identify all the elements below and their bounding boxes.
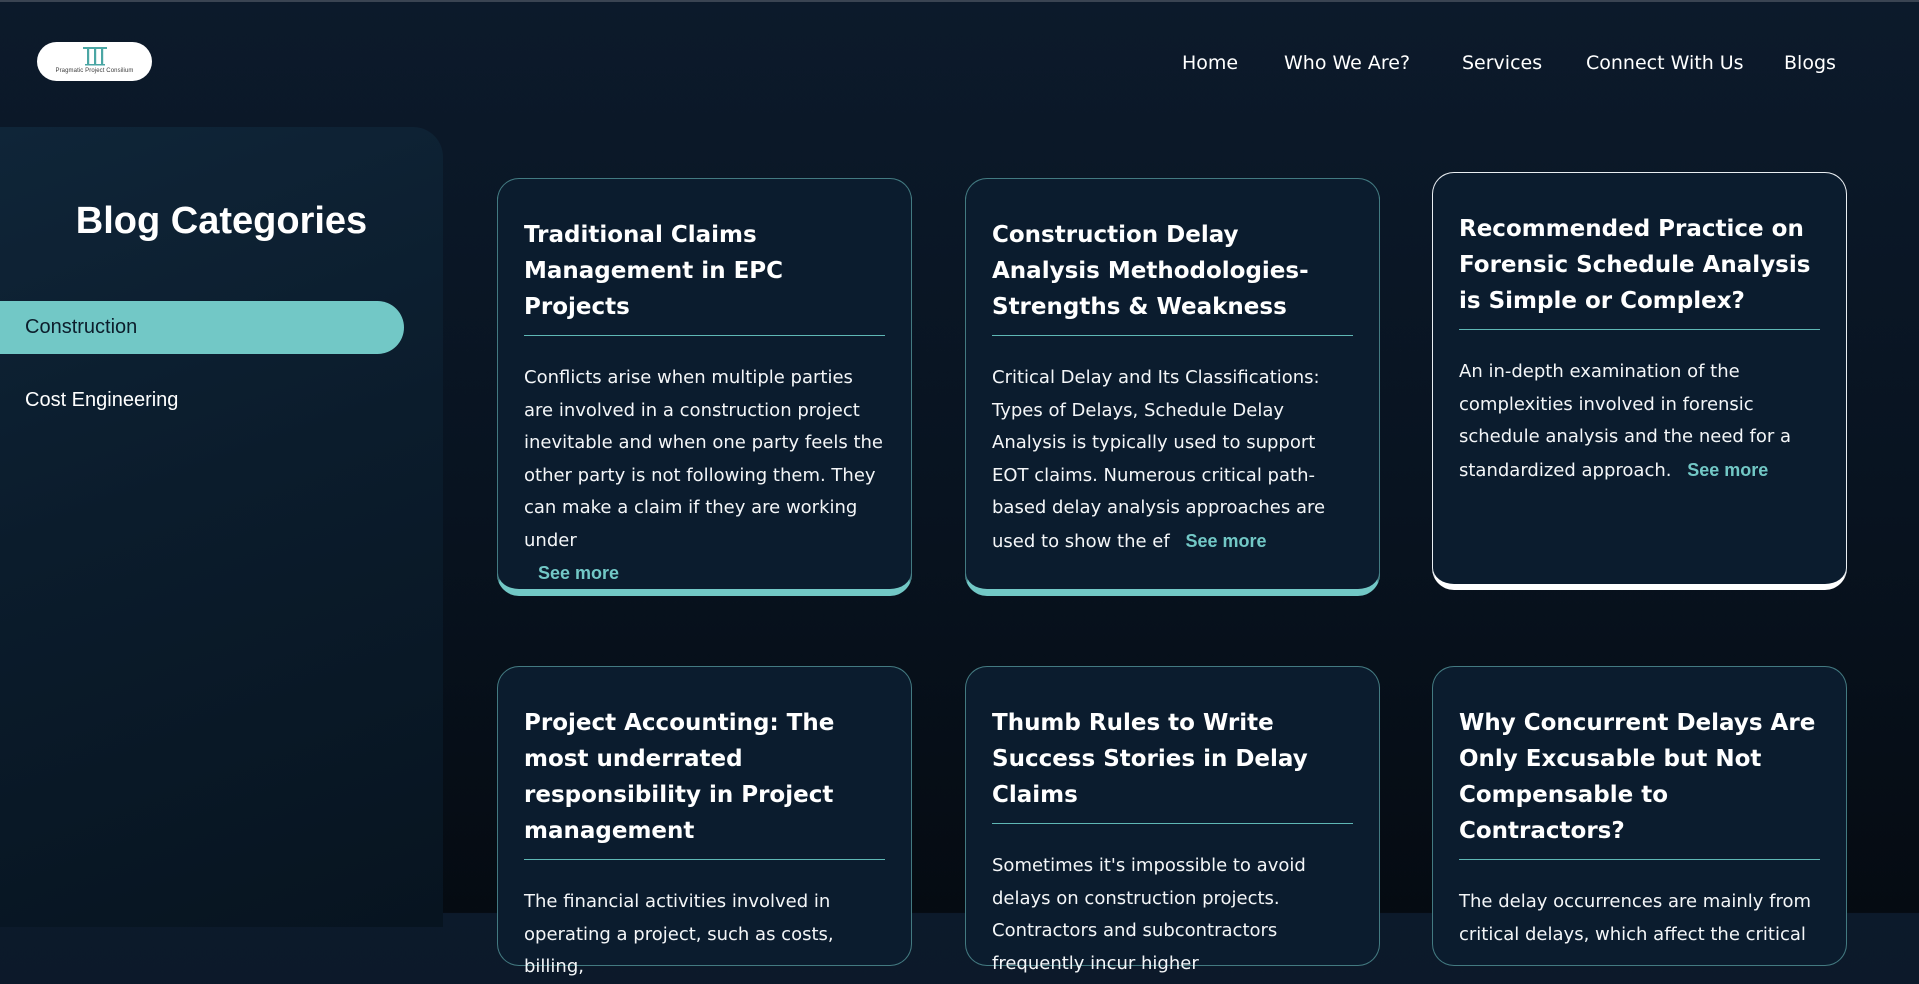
card-title[interactable]: Thumb Rules to Write Success Stories in … <box>992 705 1353 824</box>
category-cost-engineering[interactable]: Cost Engineering <box>0 374 404 427</box>
blog-categories-sidebar <box>0 127 443 927</box>
card-excerpt-text: Sometimes it's impossible to avoid delay… <box>992 855 1306 974</box>
see-more-link[interactable]: See more <box>538 563 619 583</box>
card-excerpt: The financial activities involved in ope… <box>524 886 885 984</box>
sidebar-title: Blog Categories <box>75 200 368 242</box>
card-excerpt: Sometimes it's impossible to avoid delay… <box>992 850 1353 980</box>
nav-services[interactable]: Services <box>1462 52 1542 74</box>
logo-pillars-icon <box>83 47 107 66</box>
logo[interactable]: Pragmatic Project Consilium <box>37 42 152 81</box>
card-excerpt: The delay occurrences are mainly from cr… <box>1459 886 1820 951</box>
blog-card[interactable]: Why Concurrent Delays Are Only Excusable… <box>1432 666 1847 966</box>
top-border <box>0 0 1919 2</box>
blog-card[interactable]: Thumb Rules to Write Success Stories in … <box>965 666 1380 974</box>
card-title[interactable]: Traditional Claims Management in EPC Pro… <box>524 217 885 336</box>
card-title[interactable]: Project Accounting: The most underrated … <box>524 705 885 860</box>
card-excerpt-text: The financial activities involved in ope… <box>524 891 834 977</box>
card-title[interactable]: Construction Delay Analysis Methodologie… <box>992 217 1353 336</box>
card-title[interactable]: Why Concurrent Delays Are Only Excusable… <box>1459 705 1820 860</box>
card-excerpt: Conflicts arise when multiple parties ar… <box>524 362 885 591</box>
nav-home[interactable]: Home <box>1182 52 1238 74</box>
card-excerpt-text: The delay occurrences are mainly from cr… <box>1459 891 1812 945</box>
card-excerpt-text: Conflicts arise when multiple parties ar… <box>524 367 883 551</box>
blog-card[interactable]: Construction Delay Analysis Methodologie… <box>965 178 1380 595</box>
see-more-link[interactable]: See more <box>1687 460 1768 480</box>
nav-who-we-are[interactable]: Who We Are? <box>1284 52 1410 74</box>
card-excerpt-text: Critical Delay and Its Classifications: … <box>992 367 1326 552</box>
nav-connect-with-us[interactable]: Connect With Us <box>1586 52 1744 74</box>
logo-text: Pragmatic Project Consilium <box>55 68 134 74</box>
blog-card[interactable]: Recommended Practice on Forensic Schedul… <box>1432 172 1847 590</box>
see-more-link[interactable]: See more <box>1185 531 1266 551</box>
card-title[interactable]: Recommended Practice on Forensic Schedul… <box>1459 211 1820 330</box>
category-construction[interactable]: Construction <box>0 301 404 354</box>
nav-blogs[interactable]: Blogs <box>1784 52 1836 74</box>
card-excerpt: Critical Delay and Its Classifications: … <box>992 362 1353 558</box>
blog-card[interactable]: Project Accounting: The most underrated … <box>497 666 912 977</box>
card-excerpt: An in-depth examination of the complexit… <box>1459 356 1820 487</box>
blog-card[interactable]: Traditional Claims Management in EPC Pro… <box>497 178 912 595</box>
